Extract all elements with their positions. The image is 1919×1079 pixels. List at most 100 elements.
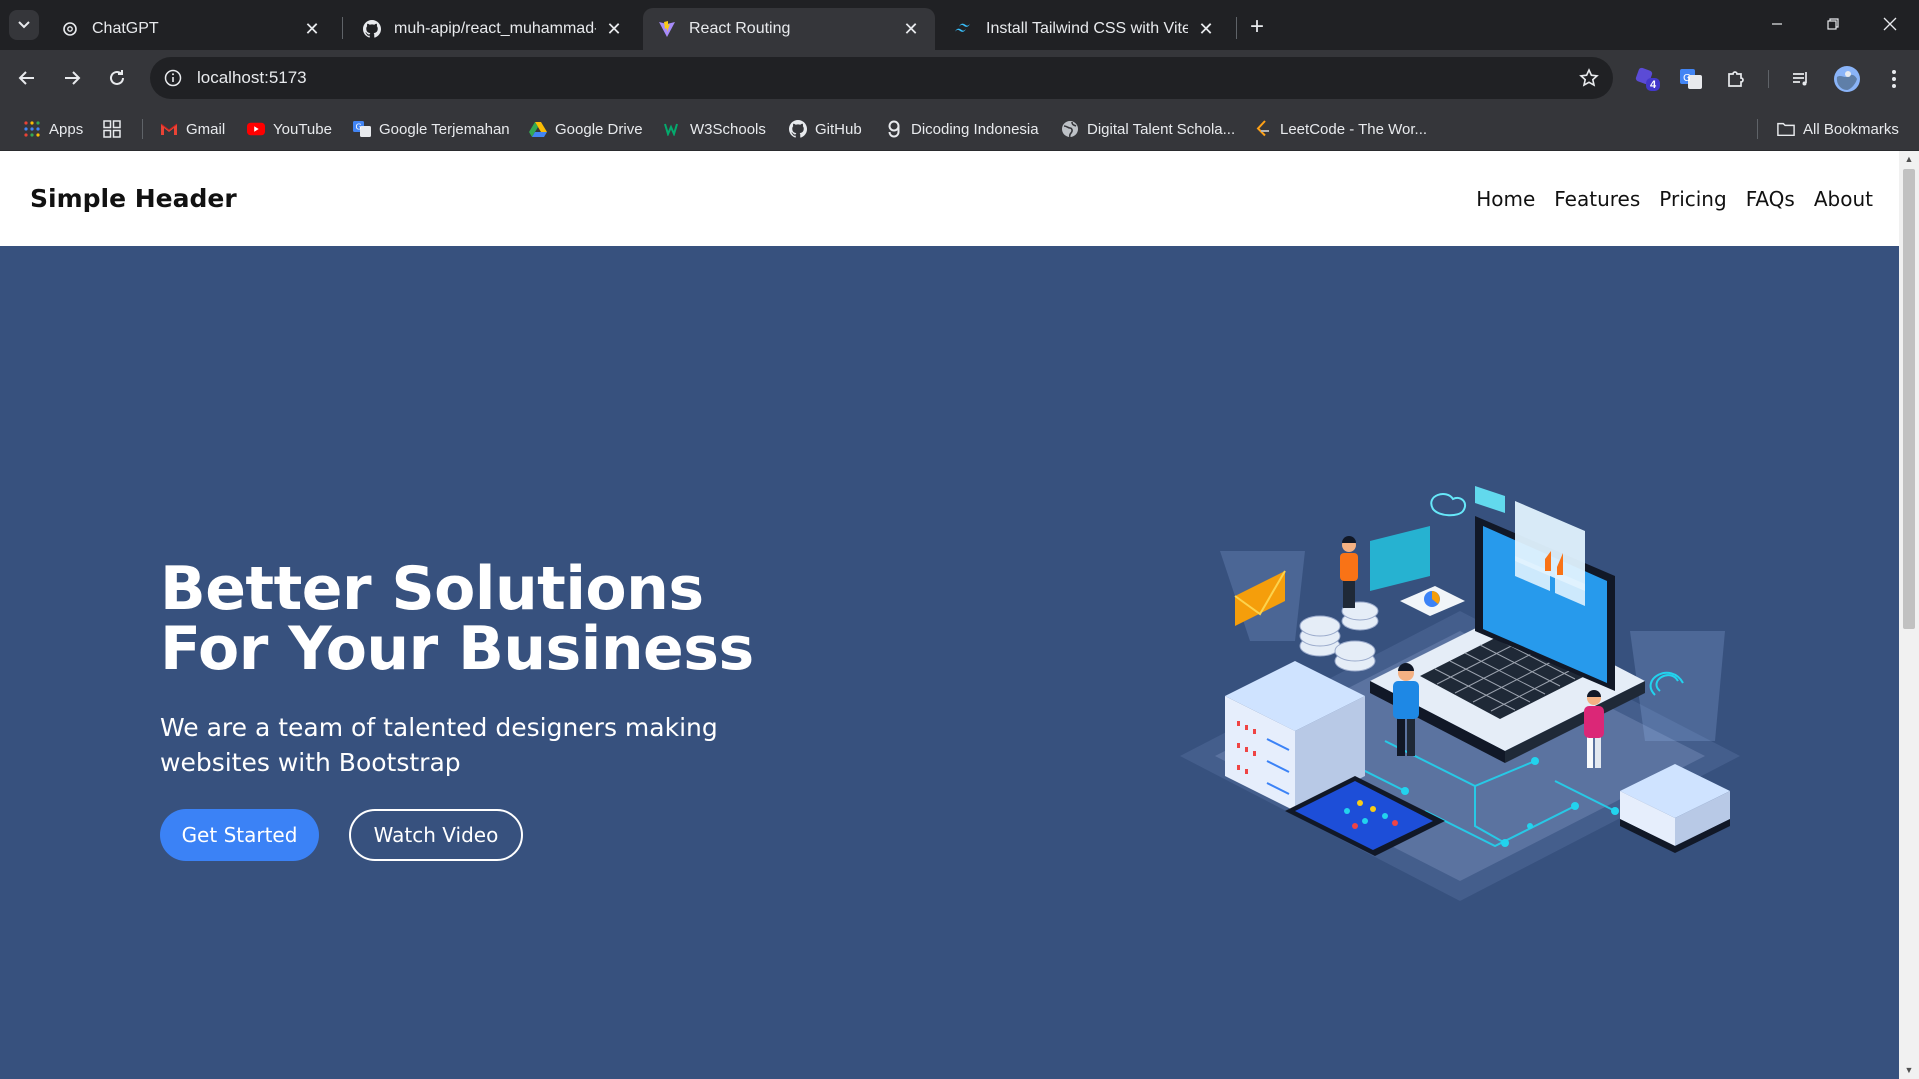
bookmark-google-drive[interactable]: Google Drive	[529, 117, 643, 141]
bookmark-divider	[142, 119, 143, 139]
bookmark-label: W3Schools	[690, 120, 766, 138]
toolbar-divider	[1768, 70, 1769, 88]
bookmark-google-terjemahan[interactable]: G Google Terjemahan	[353, 117, 510, 141]
tab-chatgpt[interactable]: ChatGPT ✕	[46, 8, 336, 50]
extension-puzzle-badge-button[interactable]: 4	[1633, 64, 1663, 94]
browser-window: ChatGPT ✕ muh-apip/react_muhammad-h ✕ Re…	[0, 0, 1919, 1079]
svg-text:G: G	[1683, 73, 1691, 84]
arrow-left-icon	[18, 71, 34, 85]
web-page: Simple Header Home Features Pricing FAQs…	[0, 151, 1899, 1079]
svg-text:G: G	[356, 123, 362, 132]
extensions-button[interactable]	[1721, 64, 1751, 94]
close-icon[interactable]: ✕	[901, 19, 921, 39]
tailwind-icon	[954, 19, 974, 39]
bookmark-digital-talent[interactable]: Digital Talent Schola...	[1061, 117, 1235, 141]
nav-link-pricing[interactable]: Pricing	[1659, 187, 1726, 211]
back-button[interactable]	[11, 62, 43, 94]
bookmark-apps[interactable]: Apps	[23, 117, 83, 141]
address-bar[interactable]: localhost:5173	[150, 57, 1613, 99]
tab-tailwind[interactable]: Install Tailwind CSS with Vite - T ✕	[940, 8, 1230, 50]
playlist-icon	[1793, 72, 1807, 86]
extension-badge-icon	[1635, 67, 1660, 91]
close-icon[interactable]: ✕	[604, 19, 624, 39]
close-icon[interactable]: ✕	[302, 19, 322, 39]
tab-title: Install Tailwind CSS with Vite - T	[986, 20, 1188, 37]
vite-icon	[657, 19, 677, 39]
bookmark-github[interactable]: GitHub	[789, 117, 862, 141]
folder-icon	[1777, 120, 1795, 138]
w3schools-icon	[664, 120, 682, 138]
watch-video-button[interactable]: Watch Video	[349, 809, 523, 861]
hero-illustration	[1180, 486, 1740, 901]
minimize-icon	[1772, 23, 1782, 25]
profile-avatar-button[interactable]	[1832, 64, 1862, 94]
google-translate-extension-button[interactable]: G	[1676, 64, 1706, 94]
bookmark-label: LeetCode - The Wor...	[1280, 120, 1428, 138]
translate-icon: G	[353, 120, 371, 138]
chatgpt-icon	[60, 19, 80, 39]
bookmark-star-icon[interactable]	[1577, 66, 1601, 90]
bookmark-label: Gmail	[186, 120, 226, 138]
close-icon	[1883, 17, 1897, 31]
google-drive-icon	[529, 120, 547, 138]
tab-groups-button[interactable]	[103, 117, 129, 141]
person-standing-figure	[1340, 536, 1358, 608]
site-header: Simple Header Home Features Pricing FAQs…	[0, 151, 1899, 246]
bookmark-w3schools[interactable]: W3Schools	[664, 117, 766, 141]
nav-link-features[interactable]: Features	[1554, 187, 1640, 211]
url-text[interactable]: localhost:5173	[197, 68, 307, 88]
bookmark-label: GitHub	[815, 120, 862, 138]
tab-title: ChatGPT	[92, 20, 159, 37]
bookmark-dicoding[interactable]: Dicoding Indonesia	[885, 117, 1039, 141]
youtube-icon	[247, 120, 265, 138]
tab-groups-icon	[103, 120, 121, 138]
browser-toolbar: localhost:5173 4 G	[0, 50, 1919, 106]
bookmark-gmail[interactable]: Gmail	[160, 117, 225, 141]
bookmark-label: All Bookmarks	[1803, 120, 1899, 138]
tab-github[interactable]: muh-apip/react_muhammad-h ✕	[348, 8, 638, 50]
reload-button[interactable]	[101, 62, 133, 94]
nav-link-home[interactable]: Home	[1476, 187, 1535, 211]
chrome-menu-button[interactable]	[1879, 64, 1909, 94]
minimize-button[interactable]	[1759, 9, 1795, 39]
tab-strip: ChatGPT ✕ muh-apip/react_muhammad-h ✕ Re…	[0, 0, 1919, 50]
tab-divider	[342, 17, 343, 39]
puzzle-icon	[1728, 71, 1744, 87]
info-icon[interactable]	[160, 65, 186, 91]
close-icon[interactable]: ✕	[1196, 19, 1216, 39]
site-logo[interactable]: Simple Header	[30, 184, 237, 213]
github-icon	[789, 120, 807, 138]
github-icon	[362, 19, 382, 39]
arrow-right-icon	[65, 71, 81, 85]
more-vert-icon	[1892, 70, 1896, 88]
nav-link-faqs[interactable]: FAQs	[1746, 187, 1795, 211]
globe-icon	[1061, 120, 1079, 138]
bookmark-label: Apps	[49, 120, 84, 138]
bookmark-leetcode[interactable]: LeetCode - The Wor...	[1254, 117, 1427, 141]
page-scrollbar[interactable]: ▲ ▼	[1899, 151, 1919, 1079]
forward-button[interactable]	[56, 62, 88, 94]
tab-react-routing[interactable]: React Routing ✕	[643, 8, 935, 50]
scroll-down-arrow-icon[interactable]: ▼	[1904, 1065, 1914, 1075]
restore-button[interactable]	[1815, 9, 1851, 39]
bookmark-label: YouTube	[273, 120, 332, 138]
media-controls-button[interactable]	[1786, 64, 1816, 94]
tab-title: React Routing	[689, 20, 791, 37]
tab-title: muh-apip/react_muhammad-h	[394, 20, 596, 37]
nav-link-about[interactable]: About	[1814, 187, 1873, 211]
bookmark-label: Google Drive	[555, 120, 643, 138]
scroll-up-arrow-icon[interactable]: ▲	[1904, 154, 1914, 164]
site-nav: Home Features Pricing FAQs About	[1476, 187, 1873, 211]
bookmark-youtube[interactable]: YouTube	[247, 117, 332, 141]
plus-icon: +	[1249, 13, 1264, 40]
translate-icon: G	[1680, 69, 1702, 89]
dicoding-icon	[885, 120, 903, 138]
all-bookmarks-button[interactable]: All Bookmarks	[1777, 117, 1899, 141]
new-tab-button[interactable]: +	[1243, 13, 1271, 41]
hero-title: Better Solutions For Your Business	[160, 554, 754, 684]
get-started-button[interactable]: Get Started	[160, 809, 319, 861]
tab-search-button[interactable]	[9, 10, 39, 40]
scrollbar-thumb[interactable]	[1903, 169, 1915, 629]
close-window-button[interactable]	[1872, 9, 1908, 39]
bookmarks-bar: Apps Gmail YouTube G Google Terjemahan G…	[0, 106, 1919, 151]
